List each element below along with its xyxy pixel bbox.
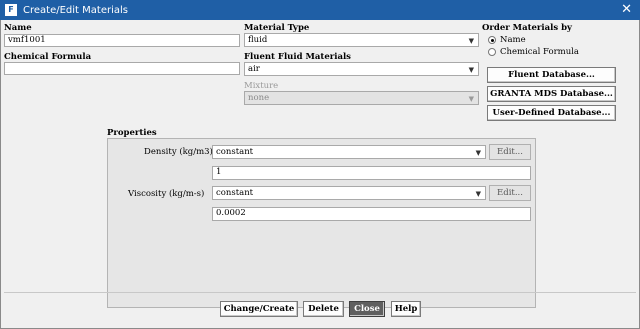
viscosity-method-value: constant	[216, 188, 254, 198]
order-by-name-label: Name	[500, 35, 526, 45]
chevron-down-icon: ▼	[475, 190, 481, 198]
order-by-chemical-formula-label: Chemical Formula	[500, 47, 579, 57]
order-by-label: Order Materials by	[482, 23, 572, 33]
order-by-chemical-formula-radio[interactable]: Chemical Formula	[488, 47, 579, 57]
chevron-down-icon: ▼	[468, 37, 474, 45]
footer-separator	[4, 292, 636, 293]
viscosity-edit-button: Edit...	[489, 185, 531, 201]
fluent-database-button[interactable]: Fluent Database...	[487, 67, 616, 83]
density-value-input[interactable]: 1	[212, 166, 531, 180]
fluent-app-icon: F	[5, 4, 17, 16]
density-edit-button: Edit...	[489, 144, 531, 160]
help-button[interactable]: Help	[391, 301, 421, 317]
chevron-down-icon: ▼	[475, 149, 481, 157]
name-label: Name	[4, 23, 32, 33]
density-method-value: constant	[216, 147, 254, 157]
chevron-down-icon: ▼	[468, 95, 474, 103]
fluent-fluid-materials-dropdown[interactable]: air ▼	[244, 62, 479, 76]
name-input[interactable]: vmf1001	[4, 34, 240, 47]
viscosity-method-dropdown[interactable]: constant ▼	[212, 186, 486, 200]
close-window-icon[interactable]: ✕	[621, 2, 632, 17]
window-title: Create/Edit Materials	[23, 4, 128, 16]
title-bar: F Create/Edit Materials ✕	[0, 0, 640, 20]
fluent-fluid-materials-label: Fluent Fluid Materials	[244, 52, 351, 62]
order-by-name-radio[interactable]: Name	[488, 35, 526, 45]
materials-dialog: Name vmf1001 Chemical Formula Material T…	[0, 20, 640, 329]
mixture-dropdown: none ▼	[244, 91, 479, 105]
material-type-label: Material Type	[244, 23, 310, 33]
change-create-button[interactable]: Change/Create	[220, 301, 298, 317]
viscosity-label: Viscosity (kg/m-s)	[128, 189, 205, 199]
properties-heading: Properties	[107, 128, 157, 138]
granta-mds-database-button[interactable]: GRANTA MDS Database...	[487, 86, 616, 102]
radio-unselected-icon	[488, 48, 496, 56]
close-button[interactable]: Close	[349, 301, 385, 317]
chemical-formula-label: Chemical Formula	[4, 52, 92, 62]
delete-button[interactable]: Delete	[303, 301, 344, 317]
material-type-value: fluid	[248, 35, 268, 45]
chemical-formula-input[interactable]	[4, 62, 240, 75]
properties-panel: Density (kg/m3) constant ▼ Edit... 1 Vis…	[107, 138, 536, 308]
density-method-dropdown[interactable]: constant ▼	[212, 145, 486, 159]
fluent-fluid-materials-value: air	[248, 64, 260, 74]
radio-selected-icon	[488, 36, 496, 44]
density-label: Density (kg/m3)	[144, 147, 213, 157]
material-type-dropdown[interactable]: fluid ▼	[244, 33, 479, 47]
chevron-down-icon: ▼	[468, 66, 474, 74]
mixture-label: Mixture	[244, 81, 279, 91]
user-defined-database-button[interactable]: User-Defined Database...	[487, 105, 616, 121]
viscosity-value-input[interactable]: 0.0002	[212, 207, 531, 221]
mixture-value: none	[248, 93, 270, 103]
